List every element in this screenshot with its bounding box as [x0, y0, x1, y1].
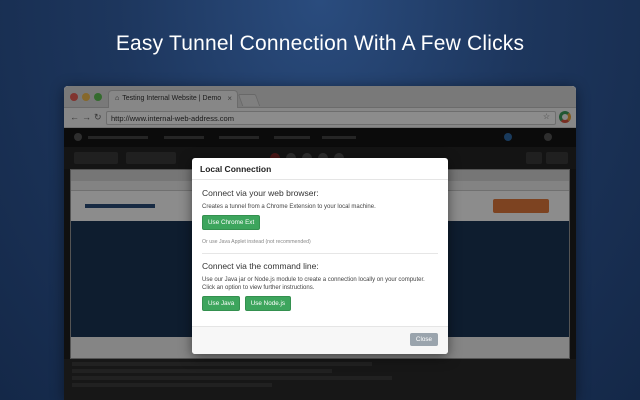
browser-window: ⌂ Testing Internal Website | Demo × ← → ↻…: [64, 86, 576, 400]
use-nodejs-button[interactable]: Use Node.js: [244, 296, 292, 311]
use-chrome-ext-button[interactable]: Use Chrome Ext: [202, 215, 261, 230]
close-button[interactable]: Close: [409, 333, 438, 346]
local-connection-modal: Local Connection Connect via your web br…: [192, 158, 448, 354]
use-java-button[interactable]: Use Java: [202, 296, 241, 311]
section-divider: [202, 253, 438, 254]
java-applet-link[interactable]: Or use Java Applet instead (not recommen…: [202, 239, 438, 245]
cli-section-description: Use our Java jar or Node.js module to cr…: [202, 277, 425, 291]
page-headline: Easy Tunnel Connection With A Few Clicks: [115, 32, 525, 55]
cli-section-title: Connect via the command line:: [202, 261, 319, 271]
browser-section-description: Creates a tunnel from a Chrome Extension…: [202, 204, 376, 210]
modal-footer: Close: [192, 326, 448, 354]
modal-title: Local Connection: [192, 158, 448, 180]
modal-body: Connect via your web browser: Creates a …: [192, 180, 448, 317]
browser-section-title: Connect via your web browser:: [202, 188, 319, 198]
